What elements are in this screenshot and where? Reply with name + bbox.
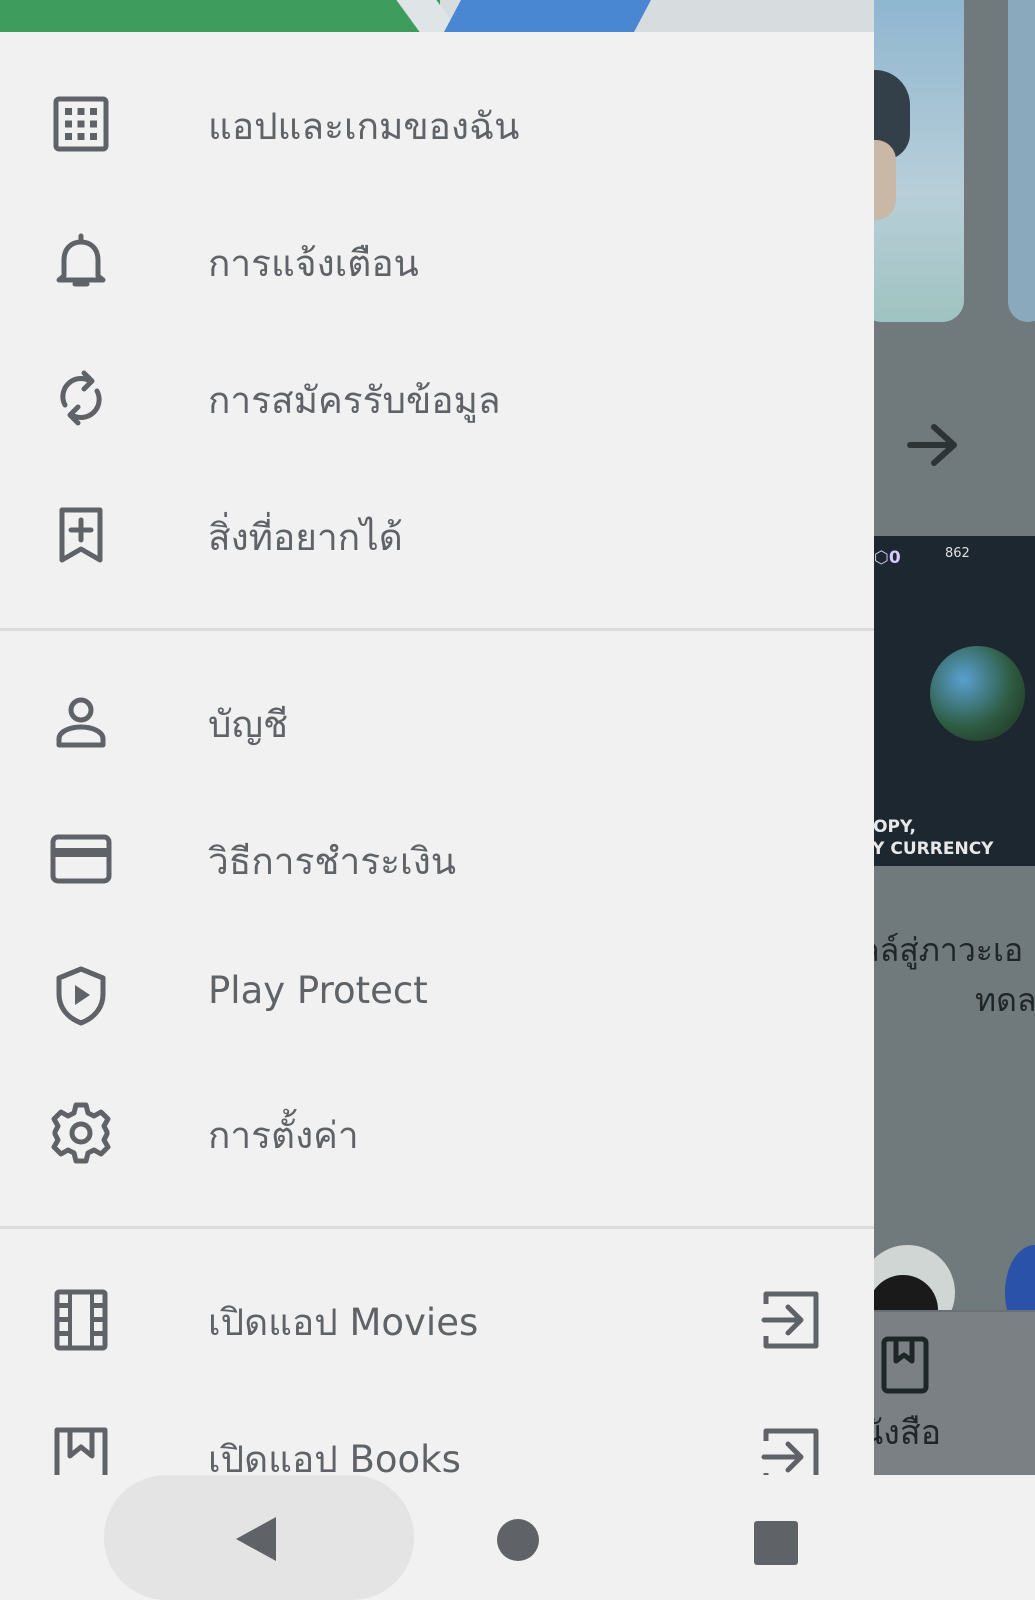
bell-icon [50, 230, 112, 292]
credit-card-icon [50, 828, 112, 890]
navigation-drawer: แอปและเกมของฉัน การแจ้งเตือน การสมัครรับ… [0, 0, 874, 1475]
arrow-right-icon [907, 424, 957, 466]
menu-item-wishlist[interactable]: สิ่งที่อยากได้ [0, 468, 874, 604]
menu-item-label: การแจ้งเตือน [208, 242, 419, 285]
gear-icon [50, 1102, 112, 1164]
back-icon[interactable] [232, 1515, 280, 1563]
shield-play-icon [50, 965, 112, 1027]
app-title-line1: ลล์สู่ภาวะเอ [860, 931, 1024, 969]
next-card-image [1008, 0, 1035, 322]
open-app-icon [760, 1288, 824, 1352]
menu-item-label: แอปและเกมของฉัน [208, 105, 520, 148]
sync-icon [50, 367, 112, 429]
app-title-line2: ทดล [975, 981, 1035, 1019]
system-navigation-bar [0, 1475, 1035, 1600]
section-divider [0, 1226, 874, 1229]
book-icon [50, 1426, 112, 1475]
menu-item-settings[interactable]: การตั้งค่า [0, 1066, 874, 1202]
drawer-header-banner [0, 0, 874, 32]
menu-item-label: เปิดแอป Movies [208, 1301, 479, 1344]
menu-item-account[interactable]: บัญชี [0, 655, 874, 791]
menu-item-payment-methods[interactable]: วิธีการชำระเงิน [0, 792, 874, 928]
books-tab-icon [881, 1336, 929, 1394]
game-score: 862 [945, 546, 970, 561]
home-icon[interactable] [497, 1519, 539, 1561]
menu-item-my-apps-games[interactable]: แอปและเกมของฉัน [0, 57, 874, 193]
apps-grid-icon [50, 93, 112, 155]
film-icon [50, 1289, 112, 1351]
menu-item-label: การตั้งค่า [208, 1114, 359, 1157]
game-caption-line2: RY CURRENCY [860, 839, 994, 859]
game-caption-line1: ROPY, [860, 817, 916, 837]
recents-icon[interactable] [754, 1521, 798, 1565]
menu-item-subscriptions[interactable]: การสมัครรับข้อมูล [0, 331, 874, 467]
menu-item-label: Play Protect [208, 969, 428, 1012]
menu-item-open-movies[interactable]: เปิดแอป Movies [0, 1253, 874, 1389]
gem-count: 0 [888, 548, 901, 568]
menu-item-label: สิ่งที่อยากได้ [208, 516, 403, 559]
menu-item-open-books[interactable]: เปิดแอป Books [0, 1390, 874, 1475]
open-app-icon [760, 1425, 824, 1475]
game-screenshot: ⬡0 862 ROPY, RY CURRENCY [860, 536, 1035, 866]
bookmark-add-icon [50, 504, 112, 566]
menu-item-label: การสมัครรับข้อมูล [208, 379, 501, 422]
section-divider [0, 628, 874, 631]
featured-card-image [860, 0, 964, 322]
gem-icon: ⬡ [874, 548, 889, 568]
menu-item-label: บัญชี [208, 703, 289, 746]
menu-item-notifications[interactable]: การแจ้งเตือน [0, 194, 874, 330]
menu-item-label: วิธีการชำระเงิน [208, 840, 457, 883]
menu-item-label: เปิดแอป Books [208, 1438, 461, 1475]
menu-item-play-protect[interactable]: Play Protect [0, 929, 874, 1065]
person-icon [50, 691, 112, 753]
